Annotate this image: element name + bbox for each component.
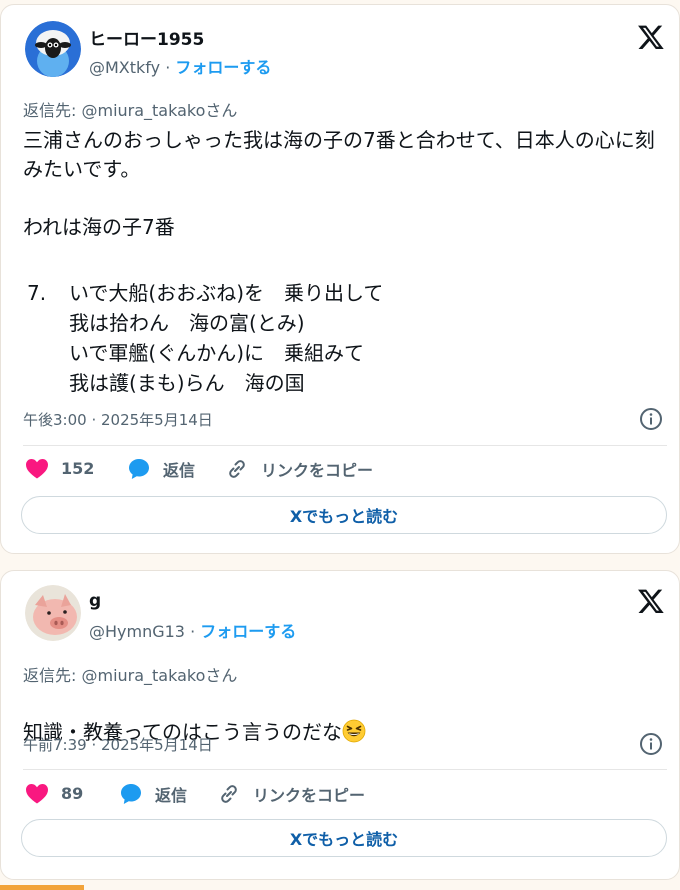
divider [23,769,667,770]
reply-bubble-icon [129,459,149,479]
info-icon[interactable] [639,407,663,431]
tweet-card-2: g @HymnG13 · フォローする 返信先: @miura_takakoさん… [0,570,680,880]
grinning-squinting-face-icon [342,719,366,743]
handle[interactable]: @HymnG13 [89,622,185,641]
like-count: 152 [61,458,95,478]
copy-link-label: リンクをコピー [253,786,366,805]
reply-label: 返信 [163,461,196,480]
verse-line: いで大船(おおぶね)を 乗り出して [69,281,384,305]
reply-to-text: 返信先: @miura_takakoさん [23,101,238,120]
copy-link-label: リンクをコピー [261,461,374,480]
handle-line: @MXtkfy · フォローする [89,54,271,78]
timestamp[interactable]: 午後3:00 · 2025年5月14日 [23,409,213,430]
verse-number: 7. [27,281,47,305]
divider [23,445,667,446]
like-button[interactable]: 152 [25,457,94,479]
handle-line: @HymnG13 · フォローする [89,618,296,642]
like-button[interactable]: 89 [25,782,83,804]
reply-button[interactable]: 返信 [127,457,195,481]
link-icon [229,460,245,478]
verse-line: 我は拾わん 海の富(とみ) [69,311,305,335]
handle[interactable]: @MXtkfy [89,58,160,77]
sheep-avatar-icon [25,21,81,77]
reply-label: 返信 [155,786,188,805]
timestamp[interactable]: 午前7:39 · 2025年5月14日 [23,734,213,755]
copy-link-button[interactable]: リンクをコピー [225,457,373,481]
read-more-button[interactable]: Xでもっと読む [21,496,667,534]
like-count: 89 [61,783,84,803]
copy-link-button[interactable]: リンクをコピー [217,782,365,806]
display-name[interactable]: g [89,591,101,611]
tweet-card-1: ヒーロー1955 @MXtkfy · フォローする 返信先: @miura_ta… [0,4,680,554]
bottom-accent-strip [0,885,84,890]
heart-icon [26,459,48,479]
reply-bubble-icon [121,784,141,804]
heart-icon [26,784,48,804]
verse-line: 我は護(まも)らん 海の国 [69,371,305,395]
follow-button[interactable]: フォローする [200,622,296,641]
info-icon[interactable] [639,732,663,756]
follow-button[interactable]: フォローする [175,58,271,77]
read-more-button[interactable]: Xでもっと読む [21,819,667,857]
avatar[interactable] [25,585,81,641]
avatar[interactable] [25,21,81,77]
verse-line: いで軍艦(ぐんかん)に 乗組みて [69,341,365,365]
tweet-body: 三浦さんのおっしゃった我は海の子の7番と合わせて、日本人の心に刻みたいです。 わ… [23,128,655,239]
reply-button[interactable]: 返信 [119,782,187,806]
x-logo-icon[interactable] [637,23,665,51]
separator: · [160,58,176,77]
display-name[interactable]: ヒーロー1955 [89,25,204,50]
pig-avatar-icon [25,585,81,641]
link-icon [221,785,237,803]
separator: · [184,622,201,641]
reply-to-text: 返信先: @miura_takakoさん [23,666,238,685]
x-logo-icon[interactable] [637,587,665,615]
